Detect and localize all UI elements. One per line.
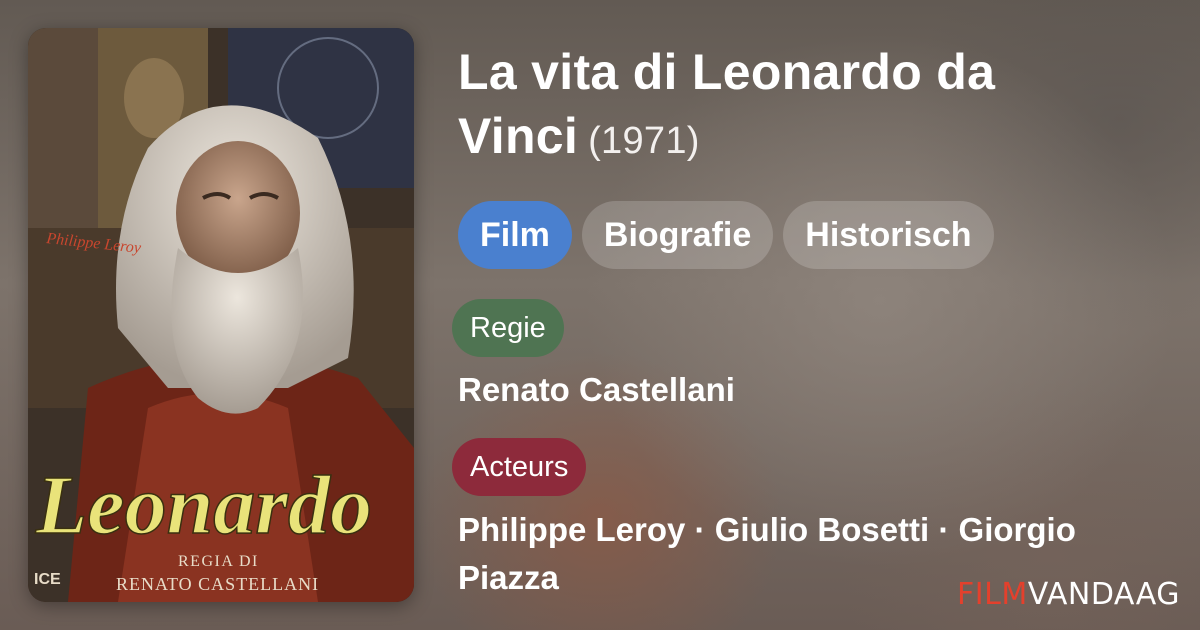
genre-tag-film[interactable]: Film	[458, 201, 572, 269]
movie-year: (1971)	[588, 120, 700, 162]
poster-credit-line-2: RENATO CASTELLANI	[116, 574, 319, 594]
poster-credit-line-1: REGIA DI	[178, 553, 259, 570]
genre-tag-biografie[interactable]: Biografie	[581, 201, 774, 269]
brand-part-film: FILM	[957, 577, 1028, 612]
movie-title: La vita di Leonardo da Vinci (1971)	[458, 40, 1178, 173]
movie-info: La vita di Leonardo da Vinci (1971) Film …	[452, 40, 1178, 596]
genre-list: Film Biografie Historisch	[458, 201, 994, 269]
poster-logo-text: ICE	[34, 571, 61, 588]
actors-label: Acteurs	[452, 438, 587, 496]
poster-title-text: Leonardo	[35, 459, 372, 552]
poster-artwork: Philippe Leroy Leonardo REGIA DI RENATO …	[28, 28, 414, 602]
director-name[interactable]: Renato Castellani	[458, 366, 735, 414]
filmvandaag-logo[interactable]: FILMVANDAAG	[957, 577, 1180, 612]
movie-poster[interactable]: Philippe Leroy Leonardo REGIA DI RENATO …	[28, 28, 414, 602]
movie-title-text: La vita di Leonardo da Vinci	[458, 44, 996, 164]
genre-tag-historisch[interactable]: Historisch	[783, 201, 994, 269]
director-label: Regie	[452, 299, 564, 357]
brand-part-vandaag: VANDAAG	[1027, 577, 1180, 612]
